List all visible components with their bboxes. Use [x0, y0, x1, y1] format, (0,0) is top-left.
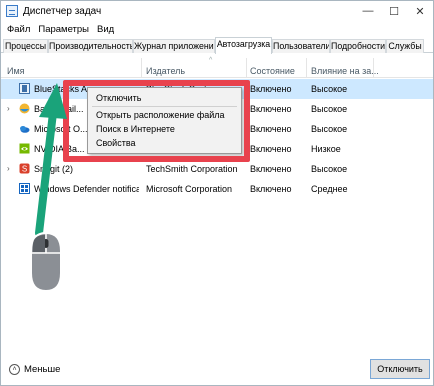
row-impact: Высокое: [311, 104, 348, 114]
chevron-right-icon[interactable]: ›: [7, 164, 10, 173]
menu-view[interactable]: Вид: [97, 24, 114, 35]
menu-file[interactable]: Файл: [7, 24, 30, 35]
row-status: Включено: [250, 144, 292, 154]
bluestacks-icon: [19, 83, 30, 94]
column-divider[interactable]: [373, 58, 374, 78]
less-details-button[interactable]: ˄ Меньше: [9, 364, 60, 375]
svg-text:S: S: [22, 165, 27, 174]
snagit-icon: S: [19, 163, 30, 174]
tab-bar: Процессы Производительность Журнал прило…: [1, 37, 433, 54]
tab-processes[interactable]: Процессы: [3, 39, 48, 53]
row-impact: Среднее: [311, 184, 348, 194]
maximize-button[interactable]: ☐: [381, 1, 407, 21]
highlight-frame: [63, 80, 250, 162]
mail-icon: [19, 103, 30, 114]
row-publisher: Microsoft Corporation: [146, 184, 233, 194]
close-button[interactable]: ✕: [407, 1, 433, 21]
tab-details[interactable]: Подробности: [330, 39, 386, 53]
disable-button[interactable]: Отключить: [370, 359, 430, 379]
column-name[interactable]: Имя: [7, 66, 25, 76]
table-header: ^ Имя Издатель Состояние Влияние на за..…: [1, 54, 433, 78]
row-impact: Высокое: [311, 164, 348, 174]
chevron-up-icon: ˄: [9, 364, 20, 375]
row-impact: Высокое: [311, 84, 348, 94]
tab-performance[interactable]: Производительность: [48, 39, 133, 53]
row-status: Включено: [250, 84, 292, 94]
table-row[interactable]: › S Snagit (2) TechSmith Corporation Вкл…: [1, 159, 433, 179]
defender-icon: [19, 183, 30, 194]
onedrive-icon: [20, 126, 30, 133]
nvidia-icon: [19, 143, 30, 154]
minimize-button[interactable]: —: [355, 1, 381, 21]
menu-options[interactable]: Параметры: [38, 24, 89, 35]
row-name: Windows Defender notificati...: [34, 184, 139, 194]
column-status[interactable]: Состояние: [250, 66, 295, 76]
menu-bar: Файл Параметры Вид: [1, 22, 433, 37]
tab-services[interactable]: Службы: [386, 39, 424, 53]
task-manager-window: Диспетчер задач — ☐ ✕ Файл Параметры Вид…: [0, 0, 434, 386]
chevron-right-icon[interactable]: ›: [7, 104, 10, 113]
row-status: Включено: [250, 184, 292, 194]
less-details-label: Меньше: [24, 364, 61, 375]
window-title: Диспетчер задач: [23, 5, 102, 17]
row-publisher: TechSmith Corporation: [146, 164, 238, 174]
row-impact: Низкое: [311, 144, 341, 154]
column-impact[interactable]: Влияние на за...: [311, 66, 379, 76]
task-manager-icon: [6, 5, 18, 17]
row-name: Snagit (2): [34, 164, 74, 174]
table-row[interactable]: Windows Defender notificati... Microsoft…: [1, 179, 433, 199]
row-status: Включено: [250, 164, 292, 174]
title-bar: Диспетчер задач — ☐ ✕: [1, 1, 433, 21]
column-divider[interactable]: [306, 58, 307, 78]
tab-users[interactable]: Пользователи: [272, 39, 330, 53]
column-divider[interactable]: [246, 58, 247, 78]
sort-up-icon: ^: [209, 57, 213, 64]
tab-startup[interactable]: Автозагрузка: [215, 37, 272, 54]
column-divider[interactable]: [141, 58, 142, 78]
window-controls: — ☐ ✕: [355, 1, 433, 21]
row-status: Включено: [250, 124, 292, 134]
row-impact: Высокое: [311, 124, 348, 134]
row-status: Включено: [250, 104, 292, 114]
tab-app-history[interactable]: Журнал приложений: [133, 39, 215, 53]
column-publisher[interactable]: Издатель: [146, 66, 185, 76]
footer: ˄ Меньше Отключить: [1, 356, 433, 385]
